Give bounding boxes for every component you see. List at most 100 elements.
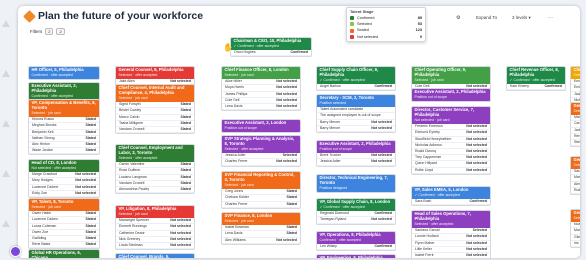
position-card[interactable]: Head of Sales Operations, 7, Philadelphi… [411,210,491,258]
position-card-header[interactable]: Chief Counsel, Employment and Labor, 3, … [116,145,194,163]
position-card[interactable]: Chief Counsel, Employment and Labor, 3, … [115,144,195,195]
position-card[interactable]: General CoSelectedMark SmithCarsonJadenR… [570,102,580,148]
candidate-row[interactable]: Isabel Ferrir Not selected [412,253,490,258]
candidate-row[interactable]: Wade Jordan Slated [29,148,99,155]
candidate-row[interactable]: Charles Ferrer Slated [222,202,300,208]
position-card[interactable]: VP, Litigation, 8, Philadelphia Selected … [115,205,195,251]
position-card-header[interactable]: VP, Engineering, 8, Philadelphia [317,255,395,258]
position-card-header[interactable]: Chief Finance Officer, 8, London Selected… [222,67,300,80]
candidate-row[interactable]: Alexandrina Pauley Slated [116,187,194,194]
position-card[interactable]: Chief Revenue Officer, 8, Philadelphia ✓ … [506,66,566,92]
position-card-header[interactable]: General CoSelected [571,103,580,116]
position-card[interactable]: Secretary - SCM, 2, Toronto Position sele… [316,94,396,133]
candidate-stage: Slated [85,141,96,146]
position-card-header[interactable]: Secretary - SCM, 2, Toronto Position sele… [317,95,395,108]
position-card[interactable]: VP, Talent, 8, Toronto Selected · job car… [28,198,100,250]
position-card[interactable]: General ReSelectedSara KimMaria ChengAle… [570,156,580,195]
candidate-row[interactable]: Orion Hughes Confirmed [231,50,311,57]
position-card[interactable]: Head of CD, 8, London Not selected · offe… [28,159,100,198]
position-card-header[interactable]: General Counsel, 8, Philadelphia Selected… [116,67,194,80]
assistant-avatar-icon[interactable] [10,246,21,257]
position-card-header[interactable]: Chief Revenue Officer, 8, Philadelphia ✓ … [507,67,565,85]
candidate-row[interactable]: Alex Williams Not selected [222,238,300,244]
position-card[interactable]: SVP Strategic Planning & Analysis, 8, To… [221,135,301,167]
candidate-row[interactable]: Angel Barlow Confirmed [317,84,395,91]
position-card[interactable]: VP, Sales EMEA, 5, London ✓ Confirmed · o… [411,186,491,207]
levels-select[interactable]: 3 levels ▾ [512,15,531,21]
candidate-row[interactable]: Sara Bush Confirmed [412,199,490,206]
position-card[interactable]: SVP Finance, 8, London Selected · job car… [221,212,301,245]
filter-chip[interactable]: 2 [45,28,54,35]
position-card[interactable]: SVP Financial Reporting & Control, 3, To… [221,171,301,209]
position-card-header[interactable]: Executive Assistant, 2, London Position o… [222,120,300,133]
position-card-header[interactable]: Head of CD, 8, London Not selected · offe… [29,160,99,173]
candidate-row[interactable]: Barry Mercer Not selected [317,126,395,132]
candidate-row[interactable]: Lena Davis Not selected [222,104,300,111]
position-card-header[interactable]: Director, Technical Engineering, 7, Toro… [317,175,395,193]
position-card[interactable]: Chief StrategySelected · jobEma LukeEmil… [570,66,580,105]
position-card[interactable]: Director, Technical Engineering, 7, Toro… [316,174,396,194]
position-card-header[interactable]: VP, Operations, 8, Philadelphia Confirmed… [317,232,395,245]
candidate-row[interactable]: Rene Bates Slated [29,242,99,249]
position-card[interactable]: VP, Compensation & Benefits, 8, Toronto S… [28,99,100,156]
candidate-row[interactable]: Tamegan Ryland Not selected [317,217,395,224]
candidate-row[interactable]: Leo Wilsky Confirmed [317,244,395,251]
position-card[interactable]: General CoSelectedNoahMaraGlennIris [570,209,580,248]
position-card-header[interactable]: SVP Finance, 8, London Selected · job car… [222,213,300,226]
position-card-header[interactable]: VP, Talent, 8, Toronto Selected · job car… [29,199,99,212]
position-card-header[interactable]: VP, Compensation & Benefits, 8, Toronto S… [29,100,99,118]
filter-chip[interactable]: 2 [56,28,65,35]
position-card-header[interactable]: Chief Operating Officer, 9, Philadelphia… [412,67,490,85]
position-card-header[interactable]: VP, Global Supply Chain, 8, London ✓ Conf… [317,199,395,212]
position-card[interactable]: Executive Assistant, 2, London Position o… [221,119,301,134]
filters-bar[interactable]: Filters 2 2 [30,28,65,35]
candidate-row[interactable]: Vandam Crowell Slated [116,127,194,134]
position-card-header[interactable]: Head of Sales Operations, 7, Philadelphi… [412,211,490,229]
position-card-header[interactable]: SVP Strategic Planning & Analysis, 8, To… [222,136,300,154]
position-card-header[interactable]: Chief Counsel, Internal Audit and Compli… [116,85,194,103]
position-card[interactable]: Chief Supply Chain Officer, 9, Philadelp… [316,66,396,92]
candidate-row[interactable]: Stella [571,140,580,147]
expand-to-control[interactable]: Expand To [476,15,497,20]
candidate-row[interactable]: Eddy Zoe Not selected [29,191,99,197]
position-card-header[interactable]: General CoSelected [571,210,580,223]
position-card-header[interactable]: VP, Sales EMEA, 5, London ✓ Confirmed · o… [412,187,490,200]
position-card-header[interactable]: General ReSelected [571,157,580,170]
position-card[interactable]: HR Officer, 5, Philadelphia Confirmed · o… [28,66,100,81]
candidate-row[interactable]: Linda Stedman Not selected [116,243,194,250]
position-card-header[interactable]: Chairman & CEO, 10, Philadelphia ✓ Confir… [231,38,311,51]
position-card[interactable]: Director, Customer Service, 7, Philadelp… [411,106,491,175]
candidate-row[interactable]: Rollie Lloyd Not selected [412,168,490,174]
position-card-header[interactable]: Chief Counsel, Brands, 5, Philadelphia [116,254,194,258]
position-card-header[interactable]: Executive Assistant, 2, Philadelphia Posi… [412,89,490,102]
more-options-icon[interactable]: ⋯ [548,15,553,21]
candidate-row[interactable]: Kam Khemy Confirmed [507,84,565,91]
position-card-header[interactable]: VP, Litigation, 8, Philadelphia Selected … [116,206,194,219]
settings-icon[interactable]: ⚙ [456,15,460,21]
position-card-header[interactable]: Chief Supply Chain Officer, 9, Philadelp… [317,67,395,85]
position-card[interactable]: Chairman & CEO, 10, Philadelphia ✓ Confir… [230,37,312,58]
candidate-name: Lonnie Hodlant [415,234,439,239]
position-card[interactable]: Executive Assistant, 2, Philadelphia Posi… [316,140,396,167]
candidate-name: Chelsea Kidder [225,195,249,200]
position-card[interactable]: VP, Operations, 8, Philadelphia Confirmed… [316,231,396,252]
position-card-header[interactable]: Executive Assistant, 2, Philadelphia Conf… [29,83,99,101]
position-card-header[interactable]: Executive Assistant, 2, Philadelphia Posi… [317,141,395,154]
candidate-row[interactable]: Iris [571,241,580,247]
position-card-header[interactable]: Chief StrategySelected · job [571,67,580,80]
position-card[interactable]: VP, Global Supply Chain, 8, London ✓ Conf… [316,198,396,225]
candidate-row[interactable]: Ruth [571,188,580,194]
position-card-header[interactable]: Director, Customer Service, 7, Philadelp… [412,107,490,125]
position-card[interactable]: Chief Counsel, Internal Audit and Compli… [115,84,195,135]
position-card[interactable]: Chief Finance Officer, 8, London Selected… [221,66,301,112]
position-card[interactable]: Global HR Operations, 6, Chicago [28,249,100,258]
position-card[interactable]: Chief Counsel, Brands, 5, Philadelphia [115,253,195,258]
position-card[interactable]: VP, Engineering, 8, Philadelphia [316,254,396,258]
position-card-header[interactable]: HR Officer, 5, Philadelphia Confirmed · o… [29,67,99,80]
candidate-row[interactable]: Jessica Adler Not selected [317,159,395,166]
position-card-header[interactable]: SVP Financial Reporting & Control, 3, To… [222,172,300,190]
position-card-header[interactable]: Global HR Operations, 6, Chicago [29,250,99,258]
legend-item-not-selected[interactable]: Not selected 0 [347,34,425,40]
candidate-row[interactable]: Charles Ferrer Not selected [222,159,300,166]
position-card[interactable]: Executive Assistant, 2, Philadelphia Posi… [411,88,491,103]
